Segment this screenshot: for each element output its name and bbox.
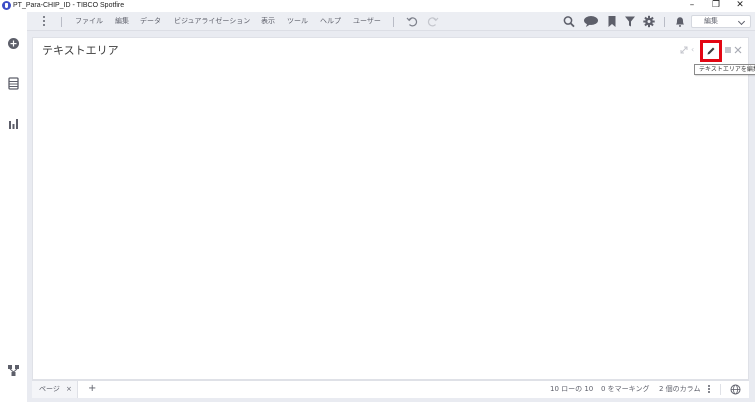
text-area-panel[interactable]: テキストエリア ‹ テキストエリアを編集 bbox=[32, 37, 755, 380]
page-tab-label: ページ bbox=[39, 385, 60, 393]
marking-count: 0 をマーキング bbox=[601, 385, 650, 393]
more-menu-icon[interactable] bbox=[43, 16, 46, 27]
edit-highlight[interactable] bbox=[700, 40, 722, 62]
menu-data[interactable]: データ bbox=[140, 12, 161, 31]
data-table-icon[interactable] bbox=[7, 77, 20, 90]
column-count: 2 個のカラム bbox=[659, 385, 701, 393]
globe-icon[interactable] bbox=[730, 384, 741, 395]
menu-view[interactable]: 表示 bbox=[261, 12, 275, 31]
status-more-icon[interactable] bbox=[708, 385, 711, 395]
menu-divider bbox=[393, 17, 394, 27]
add-circle-icon[interactable] bbox=[7, 37, 20, 50]
restore-button[interactable]: ❐ bbox=[704, 0, 728, 12]
comment-icon[interactable] bbox=[583, 15, 599, 28]
chevron-down-icon bbox=[737, 17, 746, 26]
panel-options-icon[interactable] bbox=[723, 45, 733, 55]
bar-chart-icon[interactable] bbox=[7, 117, 20, 130]
add-page-button[interactable]: + bbox=[88, 381, 96, 397]
minimize-button[interactable]: – bbox=[680, 0, 704, 12]
left-rail bbox=[0, 31, 27, 402]
bookmark-icon[interactable] bbox=[606, 15, 618, 28]
menu-help[interactable]: ヘルプ bbox=[320, 12, 341, 31]
window-title-bar: PT_Para-CHIP_ID - TIBCO Spotfire – ❐ ✕ bbox=[0, 0, 755, 12]
bell-icon[interactable] bbox=[674, 15, 686, 28]
pencil-icon[interactable] bbox=[706, 46, 716, 56]
row-count: 10 ローの 10 bbox=[550, 385, 594, 393]
edit-tooltip: テキストエリアを編集 bbox=[694, 64, 755, 75]
panel-title: テキストエリア bbox=[42, 44, 119, 57]
undo-icon[interactable] bbox=[406, 15, 418, 28]
maximize-icon[interactable] bbox=[679, 45, 689, 55]
redo-icon[interactable] bbox=[427, 15, 439, 28]
menu-tools[interactable]: ツール bbox=[287, 12, 308, 31]
spotfire-logo-icon bbox=[2, 1, 11, 10]
menu-bar: ファイル 編集 データ ビジュアライゼーション 表示 ツール ヘルプ ユーザー bbox=[27, 12, 755, 31]
data-relations-icon[interactable] bbox=[7, 364, 20, 377]
mode-select-value: 編集 bbox=[704, 17, 718, 25]
status-bar: ページ × + 10 ローの 10 0 をマーキング 2 個のカラム bbox=[32, 380, 749, 398]
gear-icon[interactable] bbox=[643, 15, 655, 28]
search-icon[interactable] bbox=[563, 15, 575, 28]
mode-select[interactable]: 編集 bbox=[691, 15, 751, 28]
menu-user[interactable]: ユーザー bbox=[353, 12, 381, 31]
window-title: PT_Para-CHIP_ID - TIBCO Spotfire bbox=[13, 2, 125, 9]
close-icon[interactable] bbox=[733, 45, 743, 55]
menu-divider bbox=[664, 17, 665, 27]
menu-edit[interactable]: 編集 bbox=[115, 12, 129, 31]
menu-file[interactable]: ファイル bbox=[75, 12, 103, 31]
menu-divider bbox=[61, 17, 62, 27]
filter-icon[interactable] bbox=[624, 15, 636, 28]
page-tab-close-icon[interactable]: × bbox=[66, 381, 72, 397]
status-divider bbox=[720, 384, 721, 395]
close-window-button[interactable]: ✕ bbox=[728, 0, 752, 12]
page-tab[interactable]: ページ × bbox=[32, 381, 78, 398]
menu-visualization[interactable]: ビジュアライゼーション bbox=[174, 12, 250, 31]
